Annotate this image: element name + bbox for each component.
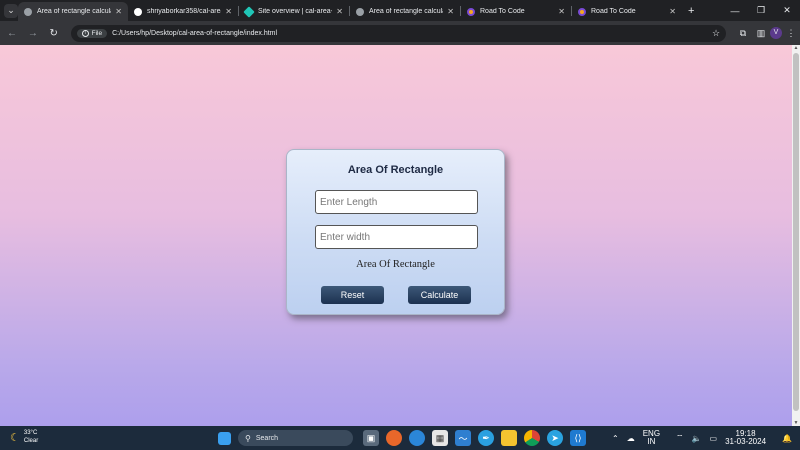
vscode-icon[interactable]: ⟨⟩ xyxy=(570,430,586,446)
task-view-icon[interactable]: ▣ xyxy=(363,430,379,446)
tab-road-to-code[interactable]: Road To Code ✕ xyxy=(461,2,571,21)
window-controls: — ❐ ✕ xyxy=(722,0,800,21)
tab-search-button[interactable]: ⌄ xyxy=(4,3,18,18)
weather-temp: 33°C xyxy=(23,430,38,436)
reload-icon[interactable]: ↻ xyxy=(45,28,63,39)
chip-label: File xyxy=(91,29,103,37)
weather-condition: Clear xyxy=(23,438,39,444)
forward-arrow-icon[interactable]: → xyxy=(24,28,42,39)
close-icon[interactable]: ✕ xyxy=(336,7,343,16)
tab-title: Area of rectangle calculator xyxy=(37,8,111,15)
page-title: Area Of Rectangle xyxy=(347,164,444,176)
moon-icon: ☾ xyxy=(10,431,20,444)
github-icon xyxy=(134,7,142,16)
new-tab-button[interactable]: + xyxy=(688,5,694,17)
page-viewport: Area Of Rectangle Area Of Rectangle Rese… xyxy=(0,45,792,426)
firefox-icon[interactable] xyxy=(386,430,402,446)
taskbar: ☾ 33°C Clear ⚲ Search ▣ ▦ 〜 ✒ ➤ ⟨⟩ ⌃ ☁ E… xyxy=(0,426,800,450)
bookmark-star-icon[interactable]: ☆ xyxy=(712,28,720,39)
close-icon[interactable]: ✕ xyxy=(669,7,676,16)
tab-title: Road To Code xyxy=(591,8,636,15)
chrome-icon[interactable] xyxy=(524,430,540,446)
cloud-icon[interactable]: ☁ xyxy=(627,434,635,443)
edge-icon[interactable] xyxy=(409,430,425,446)
width-input[interactable] xyxy=(315,225,478,249)
calculator-card: Area Of Rectangle Area Of Rectangle Rese… xyxy=(286,149,505,315)
tab-title: shriyaborkar358/cal-area-o xyxy=(147,8,221,15)
notification-bell-icon[interactable]: 🔔 xyxy=(782,434,792,443)
length-input[interactable] xyxy=(315,190,478,214)
monitor-app-icon[interactable]: 〜 xyxy=(455,430,471,446)
search-icon: ⚲ xyxy=(245,433,251,443)
back-arrow-icon[interactable]: ← xyxy=(3,28,21,39)
tab-title: Site overview | cal-area-of- xyxy=(258,8,333,15)
close-icon[interactable]: ✕ xyxy=(447,7,454,16)
url-text[interactable]: C:/Users/hp/Desktop/cal-area-of-rectangl… xyxy=(112,30,712,37)
scrollbar-thumb[interactable] xyxy=(793,53,799,411)
search-label: Search xyxy=(255,434,279,442)
feather-app-icon[interactable]: ✒ xyxy=(478,430,494,446)
microsoft-store-icon[interactable]: ▦ xyxy=(432,430,448,446)
taskbar-apps: ⚲ Search ▣ ▦ 〜 ✒ ➤ ⟨⟩ xyxy=(218,428,593,448)
weather-widget[interactable]: ☾ 33°C Clear xyxy=(10,429,38,445)
file-explorer-icon[interactable] xyxy=(501,430,517,446)
battery-icon[interactable]: ▭ xyxy=(710,434,718,443)
windows-start-icon[interactable] xyxy=(218,431,231,445)
lang-secondary: IN xyxy=(647,437,656,446)
tab-area-calculator-2[interactable]: Area of rectangle calculator ✕ xyxy=(350,2,460,21)
tab-area-calculator[interactable]: Area of rectangle calculator ✕ xyxy=(18,2,128,21)
tab-road-to-code-2[interactable]: Road To Code ✕ xyxy=(572,2,682,21)
globe-icon xyxy=(24,7,32,16)
tab-title: Area of rectangle calculator xyxy=(369,8,443,15)
globe-icon xyxy=(356,7,364,16)
page-scrollbar[interactable]: ▲ ▼ xyxy=(792,45,800,426)
telegram-icon[interactable]: ➤ xyxy=(547,430,563,446)
profile-avatar[interactable]: V xyxy=(770,27,783,39)
netlify-icon xyxy=(243,5,255,18)
close-icon[interactable]: ✕ xyxy=(558,7,565,16)
site-info-chip[interactable]: i File xyxy=(76,28,108,38)
kebab-menu-icon[interactable]: ⋮ xyxy=(782,28,800,39)
close-icon[interactable]: ✕ xyxy=(225,7,232,16)
restore-icon[interactable]: ❐ xyxy=(748,5,774,16)
toolbar-actions: ⧉ ▥ V ⋮ xyxy=(734,27,800,39)
info-icon: i xyxy=(81,29,89,37)
extensions-icon[interactable]: ⧉ xyxy=(734,28,752,39)
minimize-icon[interactable]: — xyxy=(722,6,748,16)
side-panel-icon[interactable]: ▥ xyxy=(752,28,770,39)
language-indicator[interactable]: ENG IN xyxy=(643,430,668,446)
clock[interactable]: 19:18 31-03-2024 xyxy=(725,430,774,446)
taskbar-search[interactable]: ⚲ Search xyxy=(238,430,353,446)
system-tray: ⌃ ☁ ENG IN ⌔ 🔈 ▭ 19:18 31-03-2024 🔔 xyxy=(612,426,800,450)
clock-date: 31-03-2024 xyxy=(725,437,767,446)
wifi-icon[interactable]: ⌔ xyxy=(676,433,684,443)
road-to-code-icon xyxy=(467,7,475,16)
calculate-button[interactable]: Calculate xyxy=(408,286,471,304)
address-bar[interactable]: i File C:/Users/hp/Desktop/cal-area-of-r… xyxy=(70,24,727,42)
tab-strip: ⌄ Area of rectangle calculator ✕ shriyab… xyxy=(0,0,800,21)
browser-toolbar: ← → ↻ i File C:/Users/hp/Desktop/cal-are… xyxy=(0,21,800,45)
result-text: Area Of Rectangle xyxy=(356,259,435,270)
close-window-icon[interactable]: ✕ xyxy=(774,5,800,16)
tab-site-overview[interactable]: Site overview | cal-area-of- ✕ xyxy=(239,2,349,21)
reset-button[interactable]: Reset xyxy=(321,286,384,304)
tab-github[interactable]: shriyaborkar358/cal-area-o ✕ xyxy=(128,2,238,21)
speaker-icon[interactable]: 🔈 xyxy=(692,434,702,443)
chevron-up-icon[interactable]: ⌃ xyxy=(612,434,619,443)
close-icon[interactable]: ✕ xyxy=(115,7,122,16)
tab-title: Road To Code xyxy=(480,8,525,15)
road-to-code-icon xyxy=(578,7,586,16)
scroll-up-icon[interactable]: ▲ xyxy=(792,45,800,51)
